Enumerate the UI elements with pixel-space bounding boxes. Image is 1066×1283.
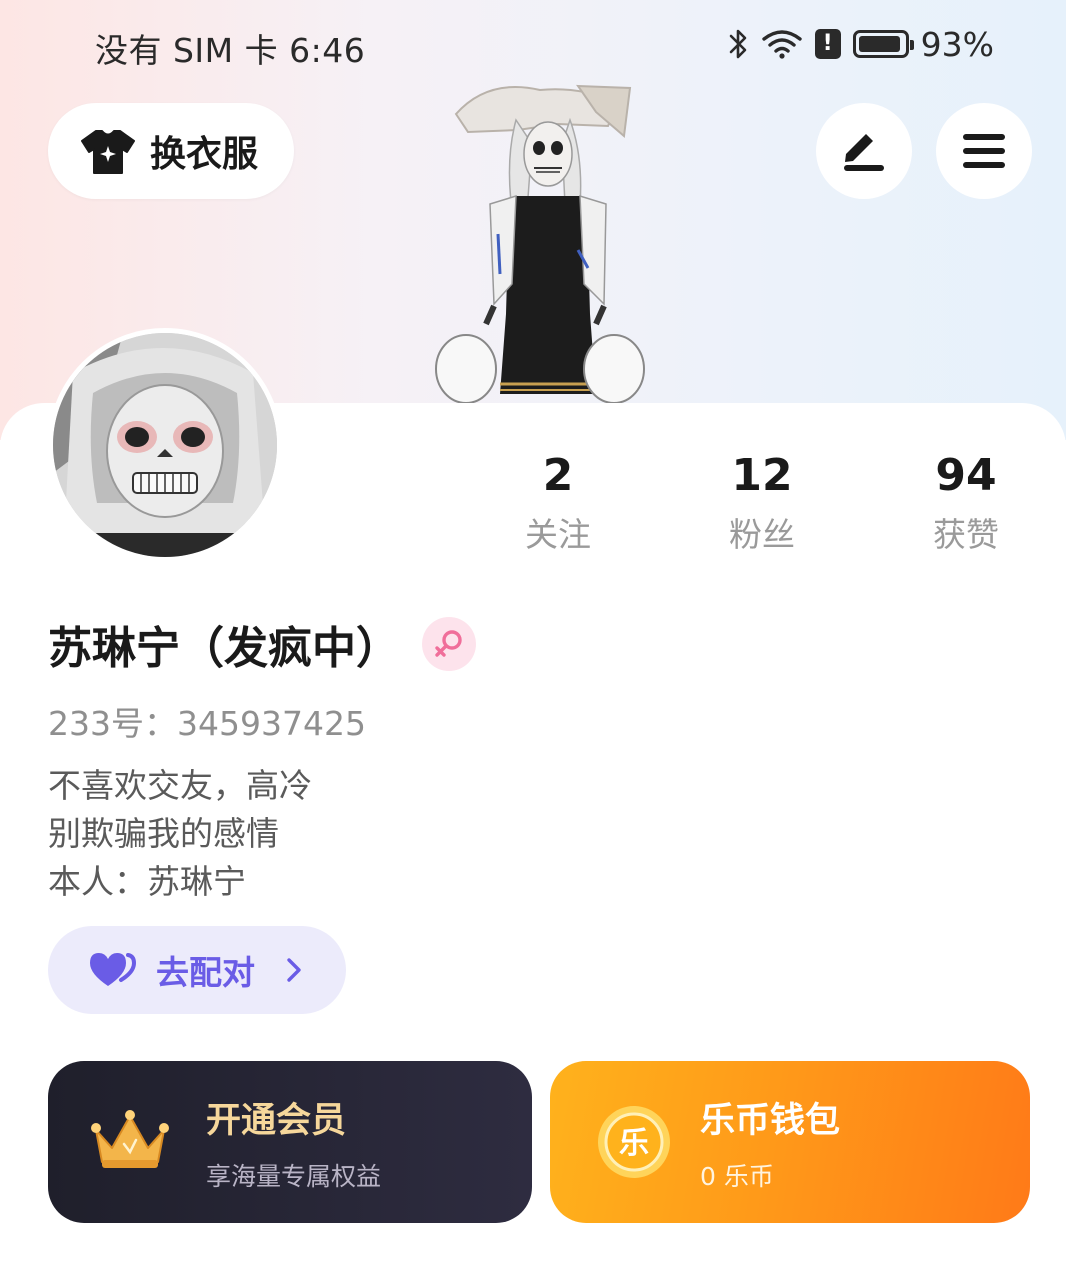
battery-percent: 93% <box>920 24 994 64</box>
pen-icon <box>844 134 884 171</box>
status-bar: 没有 SIM 卡 6:46 ! 93% <box>0 0 1066 88</box>
likes-label: 获赞 <box>933 515 999 554</box>
avatar-portrait-image <box>53 333 277 557</box>
menu-button[interactable] <box>936 103 1032 199</box>
following-count: 2 <box>542 450 574 501</box>
wallet-title: 乐币钱包 <box>700 1100 841 1141</box>
vip-subtitle: 享海量专属权益 <box>206 1161 382 1191</box>
wifi-icon <box>761 30 802 59</box>
alert-icon: ! <box>814 29 841 59</box>
nickname: 苏琳宁（发疯中） <box>48 623 400 674</box>
wallet-card-text: 乐币钱包 0 乐币 <box>700 1092 840 1193</box>
stat-following[interactable]: 2 关注 <box>478 448 638 556</box>
chevron-right-icon <box>287 958 301 982</box>
bio-line: 本人：苏琳宁 <box>48 862 246 901</box>
coin-char: 乐 <box>619 1126 649 1161</box>
coin-wallet-card[interactable]: 乐 乐币钱包 0 乐币 <box>550 1061 1030 1223</box>
bluetooth-icon <box>729 29 746 59</box>
wallet-balance: 0 乐币 <box>700 1161 774 1191</box>
avatar-character-image[interactable] <box>428 84 650 404</box>
female-symbol-icon <box>435 630 462 657</box>
vip-card-text: 开通会员 享海量专属权益 <box>206 1092 381 1193</box>
status-icons: ! 93% <box>727 24 994 64</box>
tshirt-icon <box>81 130 135 174</box>
heart-icon <box>90 953 137 986</box>
vip-membership-card[interactable]: 开通会员 享海量专属权益 <box>48 1061 532 1223</box>
user-id: 233号：345937425 <box>48 704 366 743</box>
followers-count: 12 <box>731 450 793 501</box>
nickname-row: 苏琳宁（发疯中） <box>48 612 476 676</box>
following-label: 关注 <box>525 515 591 554</box>
stat-followers[interactable]: 12 粉丝 <box>682 448 842 556</box>
crown-icon <box>91 1110 169 1168</box>
stat-likes[interactable]: 94 获赞 <box>886 448 1046 556</box>
followers-label: 粉丝 <box>729 515 795 554</box>
gender-badge <box>422 617 476 671</box>
bio-line: 不喜欢交友，高冷 <box>48 766 312 805</box>
battery-icon <box>852 30 914 58</box>
change-outfit-button[interactable]: 换衣服 <box>48 103 294 199</box>
vip-title: 开通会员 <box>206 1100 347 1141</box>
go-match-button[interactable]: 去配对 <box>48 926 346 1014</box>
coin-icon: 乐 <box>598 1106 670 1178</box>
edit-profile-button[interactable] <box>816 103 912 199</box>
carrier-time-text: 没有 SIM 卡 6:46 <box>95 31 366 70</box>
bio-line: 别欺骗我的感情 <box>48 814 279 853</box>
go-match-label: 去配对 <box>156 953 255 992</box>
hamburger-menu-icon <box>963 134 1005 168</box>
battery-level-fill <box>858 36 900 52</box>
likes-count: 94 <box>935 450 997 501</box>
bio: 不喜欢交友，高冷 别欺骗我的感情 本人：苏琳宁 <box>48 762 312 906</box>
profile-avatar[interactable] <box>48 328 282 562</box>
change-outfit-label: 换衣服 <box>150 134 259 175</box>
